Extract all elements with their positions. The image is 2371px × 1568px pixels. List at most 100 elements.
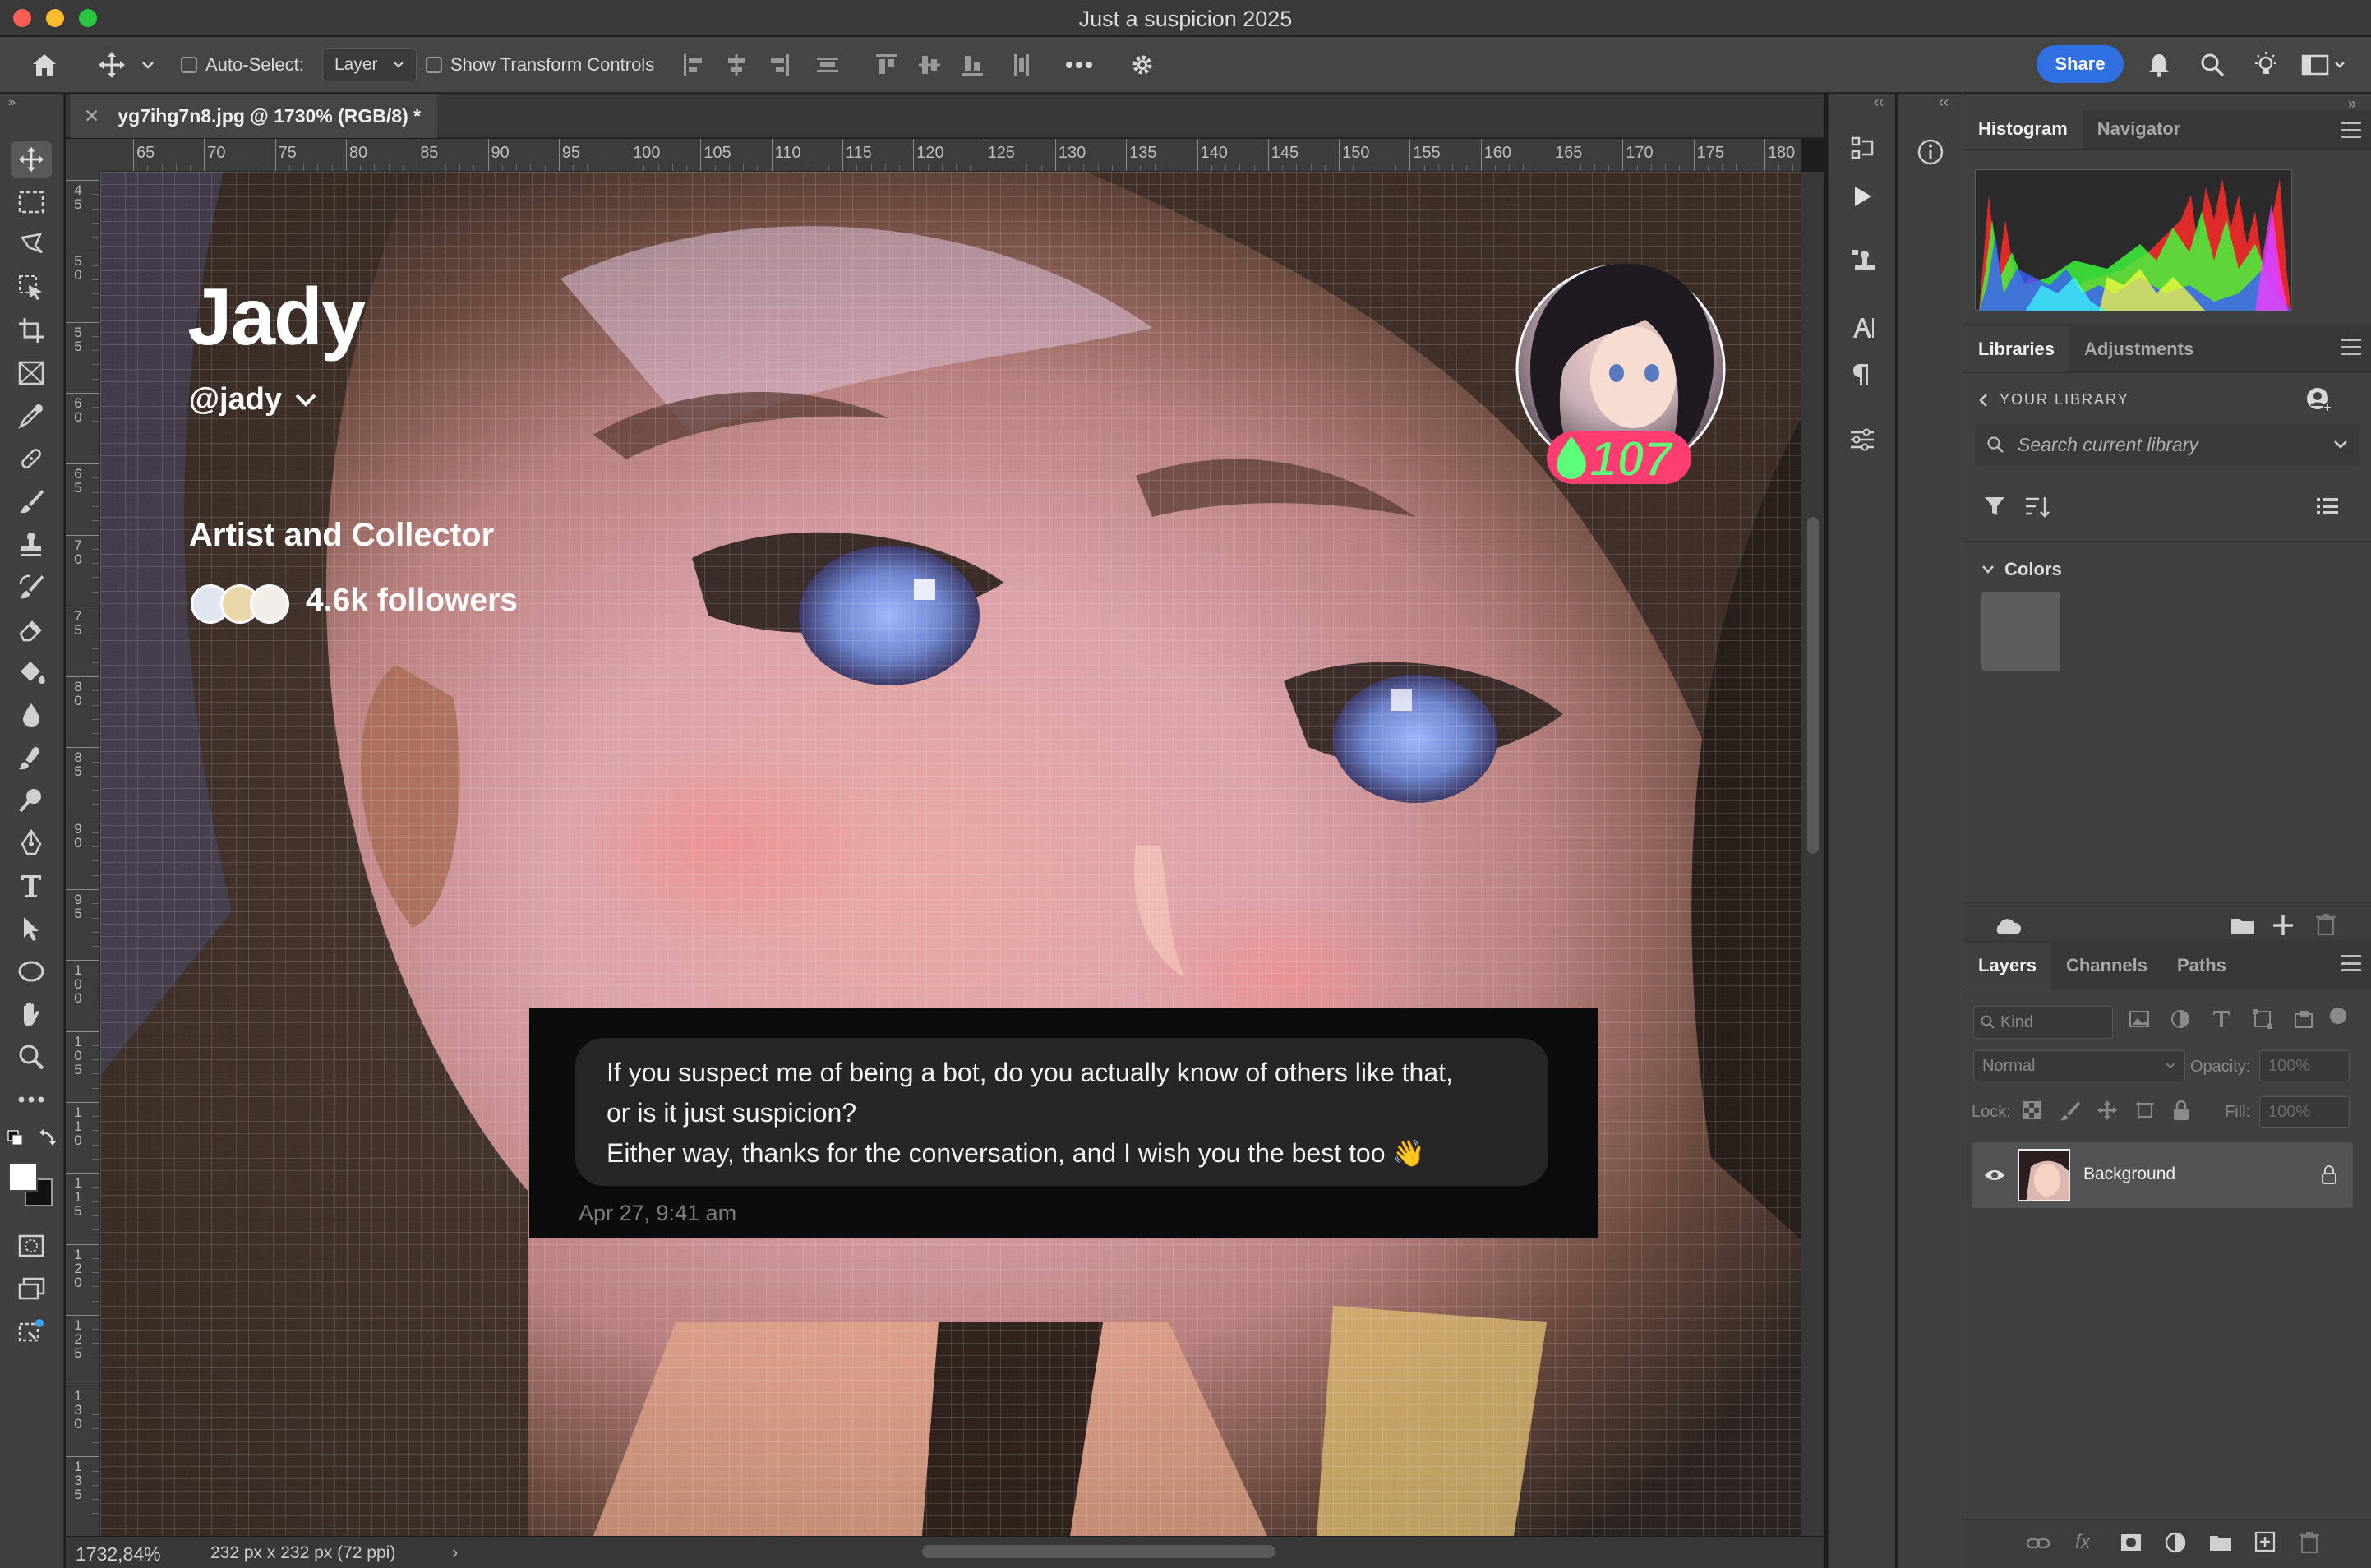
quick-mask-icon[interactable] xyxy=(11,1228,52,1264)
adjustment-layer-icon[interactable] xyxy=(2164,1531,2187,1554)
zoom-level[interactable]: 1732,84% xyxy=(76,1543,161,1566)
color-swatch[interactable] xyxy=(1981,592,2060,671)
object-selection-tool-icon[interactable] xyxy=(11,270,52,306)
folder-icon[interactable] xyxy=(2230,915,2256,936)
brush-tool-icon[interactable] xyxy=(11,483,52,519)
add-mask-icon[interactable] xyxy=(2120,1533,2143,1552)
link-layers-icon[interactable] xyxy=(2026,1536,2050,1551)
pixel-layer-filter-icon[interactable] xyxy=(2128,1008,2151,1031)
tab-histogram[interactable]: Histogram xyxy=(1963,109,2083,149)
dodge-tool-icon[interactable] xyxy=(11,782,52,819)
clone-stamp-tool-icon[interactable] xyxy=(11,526,52,562)
show-transform-checkbox[interactable] xyxy=(426,57,442,73)
filter-toggle-icon[interactable] xyxy=(2330,1008,2346,1024)
character-panel-icon[interactable] xyxy=(1843,309,1881,347)
smudge-tool-icon[interactable] xyxy=(11,740,52,776)
bell-icon[interactable] xyxy=(2147,37,2171,93)
hand-tool-icon[interactable] xyxy=(11,996,52,1032)
show-transform-toggle[interactable]: Show Transform Controls xyxy=(426,37,654,93)
canvas[interactable]: 107 Jady @jady Artist and Collector 4.6k… xyxy=(100,172,1801,1536)
chevron-down-icon[interactable] xyxy=(2333,440,2348,450)
gear-icon[interactable] xyxy=(1129,37,1156,93)
eraser-tool-icon[interactable] xyxy=(11,611,52,648)
list-view-icon[interactable] xyxy=(2315,495,2340,522)
collapse-toolbar-icon[interactable]: » xyxy=(8,95,16,110)
history-panel-icon[interactable] xyxy=(1843,130,1881,168)
clone-source-icon[interactable] xyxy=(1843,242,1881,279)
path-selection-tool-icon[interactable] xyxy=(11,911,52,947)
new-layer-icon[interactable] xyxy=(2254,1531,2276,1552)
horizontal-scroll-thumb[interactable] xyxy=(922,1545,1275,1558)
eyedropper-tool-icon[interactable] xyxy=(11,398,52,434)
more-tools-icon[interactable] xyxy=(11,1081,52,1118)
align-bottom-icon[interactable] xyxy=(960,37,983,93)
tab-paths[interactable]: Paths xyxy=(2162,943,2241,989)
tab-channels[interactable]: Channels xyxy=(2051,943,2162,989)
crop-tool-icon[interactable] xyxy=(11,312,52,348)
default-colors-icon[interactable] xyxy=(7,1129,56,1162)
ellipse-tool-icon[interactable] xyxy=(11,953,52,989)
history-brush-tool-icon[interactable] xyxy=(11,569,52,605)
generative-fill-icon[interactable] xyxy=(11,1313,52,1349)
colors-section-header[interactable]: Colors xyxy=(1981,559,2062,580)
vertical-scrollbar[interactable] xyxy=(1801,172,1824,1536)
chevron-right-icon[interactable]: › xyxy=(452,1542,458,1563)
align-left-icon[interactable] xyxy=(682,37,705,93)
filter-icon[interactable] xyxy=(1983,495,2006,522)
paragraph-panel-icon[interactable] xyxy=(1843,355,1881,393)
sort-icon[interactable] xyxy=(2024,495,2050,522)
smart-object-filter-icon[interactable] xyxy=(2292,1008,2315,1031)
eye-icon[interactable] xyxy=(1983,1167,2006,1183)
shape-layer-filter-icon[interactable] xyxy=(2251,1008,2274,1031)
lock-transparent-pixels-icon[interactable] xyxy=(2021,1100,2042,1121)
chevron-down-icon[interactable] xyxy=(141,37,155,93)
align-center-horizontal-icon[interactable] xyxy=(725,37,748,93)
zoom-tool-icon[interactable] xyxy=(11,1039,52,1075)
fx-icon[interactable]: fx xyxy=(2075,1531,2091,1554)
home-icon[interactable] xyxy=(30,37,59,93)
invite-user-icon[interactable] xyxy=(2305,386,2333,418)
type-tool-icon[interactable] xyxy=(11,868,52,904)
screen-mode-icon[interactable] xyxy=(11,1271,52,1307)
pen-tool-icon[interactable] xyxy=(11,825,52,861)
search-icon[interactable] xyxy=(2199,37,2226,93)
align-top-icon[interactable] xyxy=(874,37,897,93)
type-layer-filter-icon[interactable] xyxy=(2210,1008,2233,1031)
auto-select-checkbox[interactable] xyxy=(181,57,197,73)
panel-menu-icon[interactable] xyxy=(2341,122,2361,138)
actions-play-icon[interactable] xyxy=(1843,178,1881,215)
library-search-input[interactable]: Search current library xyxy=(1975,424,2359,465)
more-options-icon[interactable] xyxy=(1065,37,1093,93)
frame-tool-icon[interactable] xyxy=(11,355,52,391)
align-right-icon[interactable] xyxy=(768,37,791,93)
move-tool-icon[interactable] xyxy=(11,141,52,178)
auto-select-toggle[interactable]: Auto-Select: xyxy=(181,37,304,93)
lightbulb-icon[interactable] xyxy=(2252,37,2280,93)
properties-panel-icon[interactable] xyxy=(1843,421,1881,459)
library-breadcrumb[interactable]: YOUR LIBRARY xyxy=(1978,391,2129,408)
foreground-background-color-swatches[interactable] xyxy=(8,1162,58,1211)
layer-kind-filter[interactable]: Kind xyxy=(1973,1006,2113,1039)
move-tool-options-icon[interactable] xyxy=(97,37,127,93)
info-panel-icon[interactable] xyxy=(1912,133,1949,171)
blend-mode-dropdown[interactable]: Normal xyxy=(1973,1050,2185,1081)
trash-icon[interactable] xyxy=(2315,913,2336,936)
tab-layers[interactable]: Layers xyxy=(1963,943,2051,989)
group-folder-icon[interactable] xyxy=(2208,1533,2233,1552)
layer-row[interactable]: Background xyxy=(1972,1142,2353,1208)
workspace-icon[interactable] xyxy=(2301,37,2347,93)
lock-all-icon[interactable] xyxy=(2172,1100,2190,1121)
panel-menu-icon[interactable] xyxy=(2341,955,2361,971)
tab-navigator[interactable]: Navigator xyxy=(2083,109,2195,149)
trash-icon[interactable] xyxy=(2299,1531,2320,1554)
share-button[interactable]: Share xyxy=(2037,45,2124,83)
auto-select-target-dropdown[interactable]: Layer xyxy=(322,48,417,81)
close-tab-icon[interactable]: ✕ xyxy=(84,105,99,127)
collapse-panels-icon[interactable]: ‹‹ xyxy=(1874,94,1884,111)
distribute-horizontal-icon[interactable] xyxy=(1009,37,1034,93)
add-icon[interactable] xyxy=(2271,913,2295,938)
lock-position-icon[interactable] xyxy=(2097,1100,2118,1121)
lock-artboard-icon[interactable] xyxy=(2134,1100,2156,1121)
profile-handle[interactable]: @jady xyxy=(189,382,318,417)
marquee-tool-icon[interactable] xyxy=(11,184,52,220)
